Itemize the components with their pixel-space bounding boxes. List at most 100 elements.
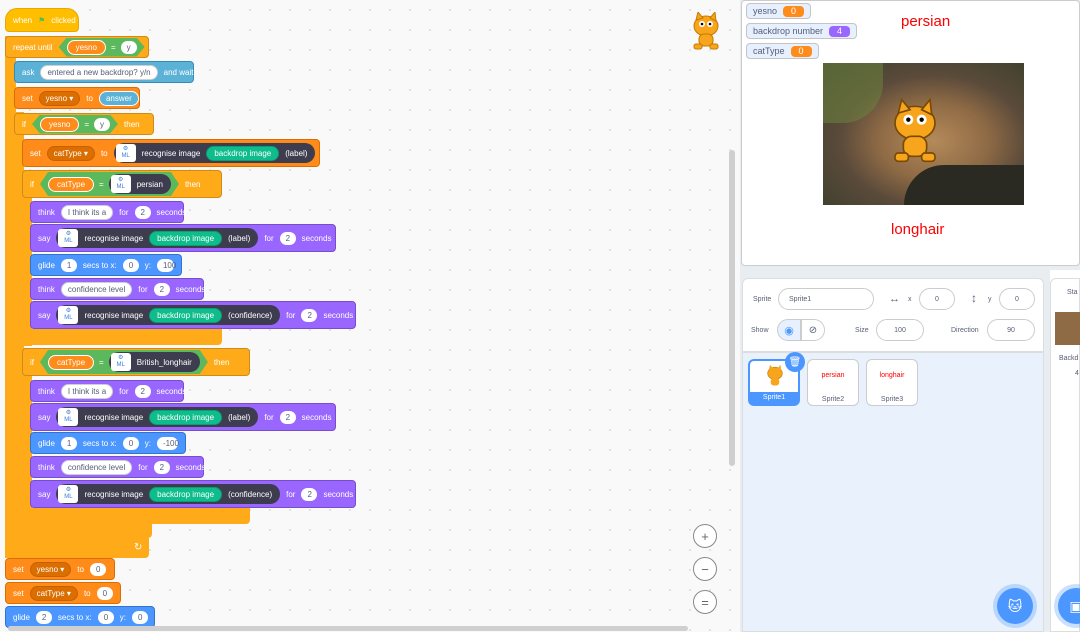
- if2-condition[interactable]: catType = ⚙ ML persian: [40, 172, 179, 196]
- confidence-option[interactable]: (confidence): [228, 490, 272, 499]
- think-text-input[interactable]: I think its a: [60, 204, 114, 220]
- say-seconds-input[interactable]: 2: [301, 308, 318, 322]
- think-block-1[interactable]: think I think its a for 2 seconds: [30, 201, 186, 223]
- glide-x-input[interactable]: 0: [97, 610, 114, 624]
- glide-block-1[interactable]: glide 1 secs to x: 0 y: 100: [30, 254, 182, 276]
- glide-x-input[interactable]: 0: [122, 436, 139, 450]
- y-input[interactable]: 0: [999, 288, 1035, 310]
- glide-secs-input[interactable]: 2: [35, 610, 52, 624]
- glide-y-input[interactable]: -100: [156, 436, 179, 450]
- think-text-input[interactable]: confidence level: [60, 459, 133, 475]
- persian-reporter[interactable]: ⚙ ML persian: [109, 174, 171, 194]
- say-block-1[interactable]: say ⚙ ML recognise image backdrop image (…: [30, 224, 336, 252]
- sprite-name-input[interactable]: Sprite1: [778, 288, 874, 310]
- think-seconds-input[interactable]: 2: [153, 460, 170, 474]
- say-block-2[interactable]: say ⚙ ML recognise image backdrop image (…: [30, 301, 356, 329]
- label-option[interactable]: (label): [285, 149, 307, 158]
- if1-condition[interactable]: yesno = y: [32, 115, 118, 134]
- cattype-reporter-2[interactable]: catType: [48, 355, 94, 370]
- show-visible-button[interactable]: ◉: [777, 319, 801, 341]
- monitor-value: 0: [790, 45, 812, 57]
- recognise-image-reporter[interactable]: ⚙ ML recognise image backdrop image (labe…: [56, 407, 259, 427]
- repeat-condition[interactable]: yesno = y: [59, 38, 145, 57]
- if-cattype-longhair-block[interactable]: if catType = ⚙ ML British_longhair then: [22, 348, 250, 376]
- think-seconds-input[interactable]: 2: [153, 282, 170, 296]
- stage-target-panel[interactable]: Sta Backd 4: [1050, 278, 1080, 632]
- think-text-input[interactable]: I think its a: [60, 383, 114, 399]
- set-yesno-zero-block[interactable]: set yesno ▾ to 0: [5, 558, 115, 580]
- glide-x-input[interactable]: 0: [122, 258, 139, 272]
- persian-sprite-text: persian: [901, 13, 951, 30]
- repeat-until-block[interactable]: repeat until yesno = y: [5, 36, 149, 58]
- cattype-dropdown[interactable]: catType ▾: [29, 585, 78, 601]
- say-block-4[interactable]: say ⚙ ML recognise image backdrop image (…: [30, 480, 356, 508]
- zoom-in-button[interactable]: +: [693, 524, 717, 548]
- yesno-dropdown[interactable]: yesno ▾: [38, 90, 81, 106]
- say-seconds-input[interactable]: 2: [279, 410, 296, 424]
- value-input[interactable]: 0: [96, 586, 113, 600]
- label-option[interactable]: (label): [228, 234, 250, 243]
- delete-sprite-button[interactable]: 🗑: [785, 352, 805, 372]
- recognise-image-reporter[interactable]: ⚙ ML recognise image backdrop image (labe…: [56, 228, 259, 248]
- show-hidden-button[interactable]: ⊘: [801, 319, 825, 341]
- answer-reporter[interactable]: answer: [98, 90, 139, 106]
- backdrop-image-reporter[interactable]: backdrop image: [206, 145, 280, 161]
- value-input[interactable]: 0: [89, 562, 107, 576]
- say-seconds-input[interactable]: 2: [279, 231, 296, 245]
- recognise-image-reporter[interactable]: ⚙ ML recognise image backdrop image (labe…: [113, 143, 316, 163]
- recognise-image-reporter[interactable]: ⚙ ML recognise image backdrop image (conf…: [56, 484, 281, 504]
- recognise-image-reporter[interactable]: ⚙ ML recognise image backdrop image (conf…: [56, 305, 281, 325]
- confidence-option[interactable]: (confidence): [228, 311, 272, 320]
- think-text-input[interactable]: confidence level: [60, 281, 133, 297]
- direction-input[interactable]: 90: [987, 319, 1035, 341]
- cattype-reporter[interactable]: catType: [48, 177, 94, 192]
- think-block-2[interactable]: think confidence level for 2 seconds: [30, 278, 205, 300]
- horizontal-scrollbar[interactable]: [8, 626, 688, 631]
- stage[interactable]: yesno 0 backdrop number 4 catType 0 pers…: [741, 0, 1080, 266]
- say-block-3[interactable]: say ⚙ ML recognise image backdrop image (…: [30, 403, 336, 431]
- sprite-tile-sprite3[interactable]: longhair Sprite3: [866, 359, 918, 406]
- backdrop-image-reporter[interactable]: backdrop image: [149, 486, 223, 502]
- then-label-2: then: [184, 179, 201, 189]
- backdrop-image-reporter[interactable]: backdrop image: [149, 409, 223, 425]
- y-value-2[interactable]: y: [94, 118, 110, 131]
- when-flag-clicked-block[interactable]: when ⚑ clicked: [5, 8, 79, 32]
- if3-condition[interactable]: catType = ⚙ ML British_longhair: [40, 350, 208, 374]
- label-option[interactable]: (label): [228, 413, 250, 422]
- vertical-scrollbar[interactable]: [729, 150, 735, 466]
- glide-secs-input[interactable]: 1: [60, 258, 77, 272]
- think-seconds-input[interactable]: 2: [134, 205, 151, 219]
- if-cattype-persian-block[interactable]: if catType = ⚙ ML persian then: [22, 170, 222, 198]
- think-block-4[interactable]: think confidence level for 2 seconds: [30, 456, 205, 478]
- glide-block-2[interactable]: glide 1 secs to x: 0 y: -100: [30, 432, 186, 454]
- yesno-dropdown[interactable]: yesno ▾: [29, 561, 72, 577]
- glide-block-3[interactable]: glide 2 secs to x: 0 y: 0: [5, 606, 155, 628]
- ask-text-input[interactable]: entered a new backdrop? y/n: [40, 64, 158, 80]
- glide-y-input[interactable]: 0: [131, 610, 148, 624]
- zoom-out-button[interactable]: −: [693, 557, 717, 581]
- backdrop-image-reporter[interactable]: backdrop image: [149, 307, 223, 323]
- glide-y-input[interactable]: 100: [156, 258, 176, 272]
- y-value[interactable]: y: [121, 41, 137, 54]
- size-input[interactable]: 100: [876, 319, 924, 341]
- think-seconds-input[interactable]: 2: [134, 384, 151, 398]
- british-longhair-reporter[interactable]: ⚙ ML British_longhair: [109, 352, 200, 372]
- yesno-reporter-2[interactable]: yesno: [40, 117, 79, 132]
- set-yesno-block[interactable]: set yesno ▾ to answer: [14, 87, 140, 109]
- zoom-reset-button[interactable]: =: [693, 590, 717, 614]
- backdrop-image-reporter[interactable]: backdrop image: [149, 230, 223, 246]
- x-input[interactable]: 0: [919, 288, 955, 310]
- to-label: to: [77, 564, 84, 574]
- if-yesno-block[interactable]: if yesno = y then: [14, 113, 154, 135]
- code-area[interactable]: when ⚑ clicked repeat until yesno = y ↻ …: [0, 0, 740, 632]
- sprite-tile-sprite2[interactable]: persian Sprite2: [807, 359, 859, 406]
- glide-secs-input[interactable]: 1: [60, 436, 77, 450]
- set-cattype-block[interactable]: set catType ▾ to ⚙ ML recognise image bac…: [22, 139, 320, 167]
- yesno-reporter[interactable]: yesno: [67, 40, 106, 55]
- ask-block[interactable]: ask entered a new backdrop? y/n and wait: [14, 61, 194, 83]
- think-block-3[interactable]: think I think its a for 2 seconds: [30, 380, 186, 402]
- add-sprite-button[interactable]: 🐱: [997, 588, 1033, 624]
- cattype-dropdown[interactable]: catType ▾: [46, 145, 95, 161]
- set-cattype-zero-block[interactable]: set catType ▾ to 0: [5, 582, 121, 604]
- say-seconds-input[interactable]: 2: [301, 487, 318, 501]
